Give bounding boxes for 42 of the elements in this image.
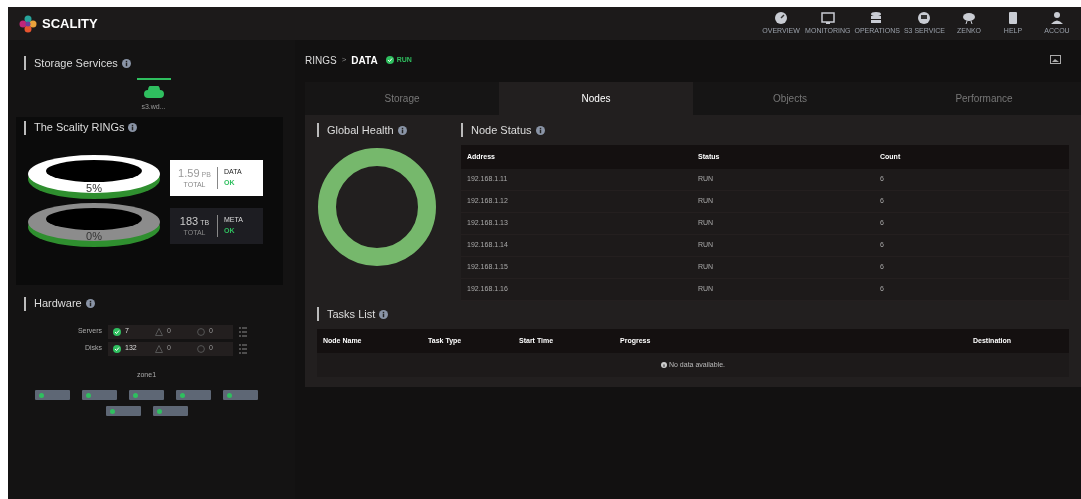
list-icon[interactable] xyxy=(239,343,247,354)
server-node[interactable] xyxy=(35,390,70,400)
user-icon xyxy=(1050,10,1064,25)
check-icon xyxy=(113,344,121,353)
check-icon xyxy=(113,327,121,336)
breadcrumb-link[interactable]: RINGS xyxy=(305,52,337,68)
info-icon xyxy=(85,299,95,308)
section-title: Global Health xyxy=(327,122,394,138)
tab[interactable]: Nodes xyxy=(499,82,693,115)
logo-text: SCALITY xyxy=(42,14,98,33)
server-node[interactable] xyxy=(176,390,211,400)
info-icon xyxy=(379,309,389,319)
info-icon xyxy=(535,125,545,135)
document-icon xyxy=(1006,10,1020,25)
breadcrumb-current: DATA xyxy=(351,53,378,68)
list-icon[interactable] xyxy=(239,326,247,337)
disk-icon xyxy=(917,10,932,25)
logo-icon xyxy=(18,13,38,34)
section-title: The Scality RINGs xyxy=(34,120,125,136)
info-icon xyxy=(128,123,138,132)
section-title: Tasks List xyxy=(327,306,376,322)
section-title: Node Status xyxy=(471,122,532,138)
monitor-icon xyxy=(820,10,835,25)
info-icon xyxy=(660,362,667,368)
tab[interactable]: Storage xyxy=(305,82,499,115)
server-node[interactable] xyxy=(129,390,164,400)
section-title: Hardware xyxy=(34,296,82,312)
server-node[interactable] xyxy=(223,390,258,400)
image-icon[interactable] xyxy=(1050,55,1061,65)
info-icon xyxy=(121,58,131,68)
tab[interactable]: Performance xyxy=(887,82,1081,115)
check-icon xyxy=(385,56,394,64)
server-node[interactable] xyxy=(105,406,141,416)
ring-percent: 5% xyxy=(86,181,102,194)
server-node[interactable] xyxy=(82,390,117,400)
info-icon xyxy=(397,125,407,135)
gauge-icon xyxy=(774,10,789,25)
tab[interactable]: Objects xyxy=(693,82,887,115)
section-title: Storage Services xyxy=(34,55,118,71)
ring-percent: 0% xyxy=(86,229,102,242)
breadcrumb-separator: > xyxy=(341,54,347,66)
server-node[interactable] xyxy=(152,406,188,416)
